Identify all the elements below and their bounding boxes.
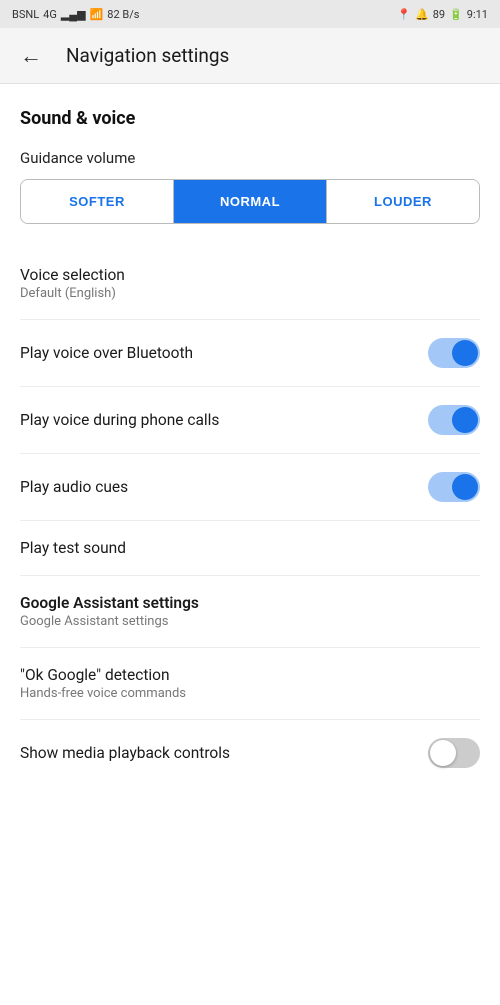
- top-bar: ← Navigation settings: [0, 28, 500, 84]
- voice-selection-label: Voice selection: [20, 266, 480, 284]
- status-right: 📍 🔔 89 🔋 9:11: [397, 8, 488, 21]
- status-left: BSNL 4G ▂▄▆ 📶 82 B/s: [12, 8, 139, 21]
- volume-louder-button[interactable]: LOUDER: [327, 180, 479, 223]
- back-button[interactable]: ←: [16, 39, 46, 73]
- play-voice-calls-row: Play voice during phone calls: [20, 387, 480, 453]
- voice-selection-row[interactable]: Voice selection Default (English): [20, 248, 480, 319]
- volume-normal-button[interactable]: NORMAL: [174, 180, 327, 223]
- play-test-sound-label: Play test sound: [20, 539, 480, 557]
- guidance-volume-label: Guidance volume: [20, 149, 480, 167]
- toggle-thumb: [452, 474, 478, 500]
- show-media-playback-label: Show media playback controls: [20, 744, 230, 762]
- location-icon: 📍: [397, 8, 411, 21]
- play-voice-bluetooth-toggle[interactable]: [428, 338, 480, 368]
- play-voice-bluetooth-label: Play voice over Bluetooth: [20, 344, 193, 362]
- ok-google-row[interactable]: "Ok Google" detection Hands-free voice c…: [20, 648, 480, 719]
- toggle-thumb: [452, 407, 478, 433]
- notification-icon: 🔔: [415, 8, 429, 21]
- section-title-sound-voice: Sound & voice: [20, 108, 480, 129]
- play-audio-cues-label: Play audio cues: [20, 478, 128, 496]
- google-assistant-sublabel: Google Assistant settings: [20, 614, 480, 629]
- play-voice-bluetooth-row: Play voice over Bluetooth: [20, 320, 480, 386]
- show-media-playback-row: Show media playback controls: [20, 720, 480, 786]
- download-speed: 82 B/s: [107, 8, 139, 21]
- main-content: Sound & voice Guidance volume SOFTER NOR…: [0, 84, 500, 802]
- toggle-thumb: [430, 740, 456, 766]
- volume-selector: SOFTER NORMAL LOUDER: [20, 179, 480, 224]
- play-voice-calls-label: Play voice during phone calls: [20, 411, 219, 429]
- play-audio-cues-toggle[interactable]: [428, 472, 480, 502]
- battery-level: 89: [433, 8, 445, 21]
- page-title: Navigation settings: [66, 44, 229, 67]
- volume-softer-button[interactable]: SOFTER: [21, 180, 174, 223]
- play-audio-cues-row: Play audio cues: [20, 454, 480, 520]
- ok-google-sublabel: Hands-free voice commands: [20, 686, 480, 701]
- ok-google-label: "Ok Google" detection: [20, 666, 480, 684]
- voice-selection-sublabel: Default (English): [20, 286, 480, 301]
- play-voice-calls-toggle[interactable]: [428, 405, 480, 435]
- toggle-thumb: [452, 340, 478, 366]
- carrier-text: BSNL: [12, 8, 39, 21]
- status-bar: BSNL 4G ▂▄▆ 📶 82 B/s 📍 🔔 89 🔋 9:11: [0, 0, 500, 28]
- play-test-sound-row[interactable]: Play test sound: [20, 521, 480, 575]
- signal-bars-icon: ▂▄▆: [61, 8, 86, 21]
- show-media-playback-toggle[interactable]: [428, 738, 480, 768]
- google-assistant-row[interactable]: Google Assistant settings Google Assista…: [20, 576, 480, 647]
- google-assistant-label: Google Assistant settings: [20, 594, 480, 612]
- battery-icon: 🔋: [449, 8, 463, 21]
- signal-text: 4G: [43, 8, 57, 21]
- wifi-icon: 📶: [90, 8, 104, 21]
- time-display: 9:11: [467, 8, 488, 21]
